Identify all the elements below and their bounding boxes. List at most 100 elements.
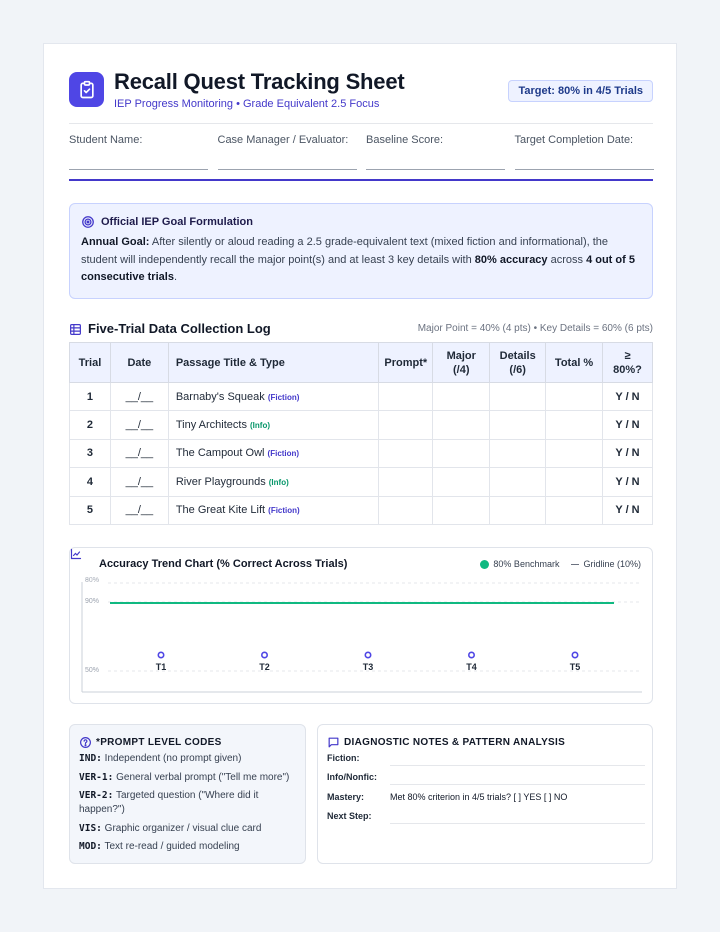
list-item: VIS: Graphic organizer / visual clue car… <box>79 822 301 836</box>
notes-mastery-row: Mastery: Met 80% criterion in 4/5 trials… <box>327 792 645 808</box>
notes-next-step-row[interactable]: Next Step: <box>327 811 645 827</box>
passage-type: (Fiction) <box>267 392 300 402</box>
passage-title: River Playgrounds <box>175 475 266 488</box>
code-key: VER-2: <box>79 790 114 802</box>
sheet-content: Recall Quest Tracking Sheet IEP Progress… <box>69 69 654 864</box>
notes-mastery-text[interactable]: Met 80% criterion in 4/5 trials? [ ] YES… <box>390 792 567 802</box>
prompt-cell[interactable] <box>378 467 434 497</box>
trial-date[interactable]: __/__ <box>109 438 169 469</box>
notes-next-step-label: Next Step: <box>327 811 372 821</box>
trial-date[interactable]: __/__ <box>109 467 169 497</box>
target-icon <box>82 216 94 228</box>
trial-date[interactable]: __/__ <box>109 495 169 525</box>
passage-cell: Tiny Architects (Info) <box>167 410 380 440</box>
total-cell[interactable] <box>545 410 604 440</box>
details-cell[interactable] <box>489 438 547 469</box>
prompt-cell[interactable] <box>378 495 434 525</box>
x-tick-label: T3 <box>363 662 374 672</box>
col-passage: Passage Title & Type <box>167 342 380 383</box>
details-cell[interactable] <box>489 410 547 440</box>
chart-canvas: 80%90%50%90%T1 T2 T3 T4 T5 <box>81 577 642 693</box>
trial-point <box>571 651 579 659</box>
case-manager-line[interactable] <box>217 169 357 170</box>
total-cell[interactable] <box>545 438 604 469</box>
total-cell[interactable] <box>545 495 604 525</box>
line-chart-icon <box>70 548 82 560</box>
goal-text-part: across <box>547 253 587 266</box>
goal-title: Official IEP Goal Formulation <box>101 216 253 228</box>
page-title: Recall Quest Tracking Sheet <box>114 69 405 94</box>
table-row: 3 __/__ The Campout Owl (Fiction) Y / N <box>69 438 653 469</box>
legend-benchmark-label: 80% Benchmark <box>493 559 560 569</box>
passage-cell: The Campout Owl (Fiction) <box>167 438 380 469</box>
major-cell[interactable] <box>432 438 491 469</box>
case-manager-label: Case Manager / Evaluator: <box>217 134 349 146</box>
trial-log-table: Trial Date Passage Title & Type Prompt* … <box>69 342 653 525</box>
log-header: Five-Trial Data Collection Log Major Poi… <box>69 321 653 339</box>
list-item: MOD: Text re-read / guided modeling <box>79 840 301 854</box>
code-desc: Graphic organizer / visual clue card <box>104 822 262 834</box>
trial-point <box>467 651 475 659</box>
details-cell[interactable] <box>489 495 547 525</box>
log-title: Five-Trial Data Collection Log <box>88 321 271 336</box>
notes-fiction-row[interactable]: Fiction: <box>327 753 645 769</box>
baseline-score-line[interactable] <box>366 169 505 170</box>
mastery-cell[interactable]: Y / N <box>602 410 653 440</box>
student-name-line[interactable] <box>69 169 208 170</box>
list-item: VER-1: General verbal prompt ("Tell me m… <box>79 771 301 785</box>
passage-title: The Campout Owl <box>175 447 265 460</box>
code-list: IND: Independent (no prompt given) VER-1… <box>79 752 301 859</box>
notes-info-line[interactable] <box>390 784 645 785</box>
case-manager-field[interactable]: Case Manager / Evaluator: <box>217 134 357 170</box>
mastery-cell[interactable]: Y / N <box>602 381 653 412</box>
col-mastery: ≥80%? <box>602 342 653 383</box>
major-cell[interactable] <box>432 410 491 440</box>
target-date-field[interactable]: Target Completion Date: <box>514 134 654 170</box>
y-tick-label: 50% <box>85 667 99 674</box>
mastery-cell[interactable]: Y / N <box>602 438 653 469</box>
total-cell[interactable] <box>545 381 604 412</box>
log-scoring-meta: Major Point = 40% (4 pts) • Key Details … <box>417 323 653 334</box>
prompt-cell[interactable] <box>378 410 434 440</box>
notes-info-row[interactable]: Info/Nonfic: <box>327 772 645 788</box>
notes-fiction-line[interactable] <box>390 765 645 766</box>
help-circle-icon <box>80 737 91 748</box>
details-cell[interactable] <box>489 467 547 497</box>
passage-title: The Great Kite Lift <box>175 504 266 517</box>
student-name-field[interactable]: Student Name: <box>69 134 208 170</box>
col-date: Date <box>109 342 169 383</box>
notes-next-step-line[interactable] <box>390 823 645 824</box>
major-cell[interactable] <box>432 495 491 525</box>
trial-date[interactable]: __/__ <box>109 410 169 440</box>
code-desc: Independent (no prompt given) <box>104 753 242 764</box>
passage-type: (Fiction) <box>268 506 300 516</box>
trial-date[interactable]: __/__ <box>109 381 169 412</box>
trial-number: 5 <box>69 495 111 525</box>
table-row: 5 __/__ The Great Kite Lift (Fiction) Y … <box>69 495 653 525</box>
codes-title: *PROMPT LEVEL CODES <box>96 737 222 748</box>
passage-title: Barnaby's Squeak <box>175 390 265 403</box>
prompt-cell[interactable] <box>378 381 434 412</box>
passage-type: (Fiction) <box>267 449 300 459</box>
mastery-cell[interactable]: Y / N <box>602 467 653 497</box>
y-tick-label: 90% <box>85 598 99 605</box>
major-cell[interactable] <box>432 381 491 412</box>
x-tick-label: T4 <box>466 662 477 672</box>
clipboard-check-icon <box>69 72 104 107</box>
iep-goal-box: Official IEP Goal Formulation Annual Goa… <box>69 203 653 299</box>
table-row: 1 __/__ Barnaby's Squeak (Fiction) Y / N <box>69 381 653 412</box>
target-date-line[interactable] <box>514 169 654 170</box>
code-key: VER-1: <box>79 771 114 783</box>
tracking-sheet: Recall Quest Tracking Sheet IEP Progress… <box>43 43 677 889</box>
total-cell[interactable] <box>545 467 604 497</box>
trial-point <box>364 651 372 659</box>
major-cell[interactable] <box>432 467 491 497</box>
goal-header: Official IEP Goal Formulation <box>81 215 253 229</box>
baseline-score-field[interactable]: Baseline Score: <box>366 134 505 170</box>
mastery-cell[interactable]: Y / N <box>602 495 653 525</box>
prompt-cell[interactable] <box>378 438 434 469</box>
details-cell[interactable] <box>489 381 547 412</box>
passage-type: (Info) <box>268 477 289 487</box>
baseline-score-label: Baseline Score: <box>366 134 444 146</box>
code-key: IND: <box>79 753 102 764</box>
